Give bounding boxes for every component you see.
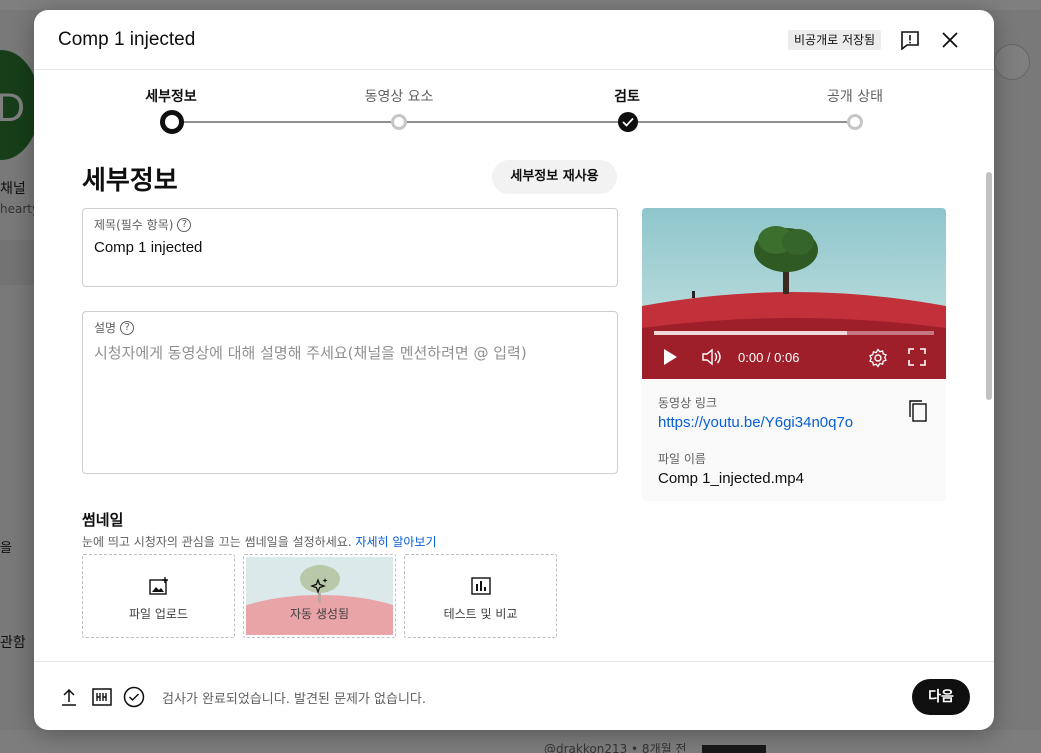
thumbnail-option-label: 파일 업로드 — [128, 607, 188, 621]
upload-details-dialog: Comp 1 injected 비공개로 저장됨 세부정보 동영상 요소 검토 … — [34, 10, 994, 730]
dialog-header: Comp 1 injected 비공개로 저장됨 — [34, 10, 994, 70]
sparkle-icon — [244, 577, 395, 597]
title-field[interactable]: 제목(필수 항목) ? Comp 1 injected — [82, 208, 618, 287]
feedback-icon[interactable] — [896, 26, 924, 54]
file-name-label: 파일 이름 — [658, 452, 706, 466]
volume-icon[interactable] — [702, 348, 722, 370]
dialog-footer: 검사가 완료되었습니다. 발견된 문제가 없습니다. 다음 — [34, 661, 994, 730]
fullscreen-icon[interactable] — [908, 348, 926, 370]
hd-icon[interactable] — [91, 686, 113, 708]
content-scrollbar[interactable] — [984, 160, 994, 660]
image-upload-icon — [83, 577, 234, 595]
next-button[interactable]: 다음 — [912, 679, 970, 715]
step-label: 검토 — [614, 89, 640, 105]
reuse-details-button[interactable]: 세부정보 재사용 — [492, 160, 617, 194]
stepper-track — [172, 121, 856, 123]
thumbnail-description: 눈에 띄고 시청자의 관심을 끄는 썸네일을 설정하세요. 자세히 알아보기 — [82, 533, 437, 550]
thumbnail-auto-option[interactable]: 자동 생성됨 — [243, 554, 396, 638]
settings-icon[interactable] — [868, 348, 888, 372]
description-label-text: 설명 — [94, 321, 117, 335]
step-label: 세부정보 — [145, 89, 197, 105]
dialog-title: Comp 1 injected — [58, 29, 196, 50]
details-content: 세부정보 세부정보 재사용 제목(필수 항목) ? Comp 1 injecte… — [34, 150, 994, 661]
title-field-label: 제목(필수 항목) ? — [94, 216, 192, 233]
title-label-text: 제목(필수 항목) — [94, 218, 174, 232]
thumbnail-upload-option[interactable]: 파일 업로드 — [82, 554, 235, 638]
step-done-dot — [618, 112, 638, 132]
thumbnail-description-text: 눈에 띄고 시청자의 관심을 끄는 썸네일을 설정하세요. — [82, 535, 352, 549]
check-circle-icon[interactable] — [123, 686, 145, 708]
video-player[interactable]: 0:00 / 0:06 — [642, 208, 946, 379]
checkmark-icon — [622, 117, 634, 127]
scrollbar-thumb[interactable] — [986, 172, 992, 400]
thumbnail-title: 썸네일 — [82, 511, 124, 529]
learn-more-link[interactable]: 자세히 알아보기 — [355, 535, 436, 549]
video-preview-panel: 0:00 / 0:06 동영상 링크 https://youtu.be/Y6gi… — [642, 208, 946, 501]
video-link[interactable]: https://youtu.be/Y6gi34n0q7o — [658, 414, 853, 431]
description-field-label: 설명 ? — [94, 319, 135, 336]
play-icon[interactable] — [662, 348, 678, 370]
step-current-dot — [160, 110, 184, 134]
help-icon[interactable]: ? — [120, 320, 135, 335]
step-label: 동영상 요소 — [364, 89, 434, 105]
saved-status-badge: 비공개로 저장됨 — [788, 30, 882, 50]
video-progress-bar[interactable] — [654, 331, 934, 335]
section-title: 세부정보 — [82, 166, 178, 196]
video-link-label: 동영상 링크 — [658, 396, 718, 410]
close-icon[interactable] — [936, 26, 964, 54]
description-input[interactable]: 시청자에게 동영상에 대해 설명해 주세요(채널을 멘션하려면 @ 입력) — [94, 342, 527, 363]
bar-chart-icon — [405, 577, 556, 595]
upload-icon[interactable] — [58, 686, 80, 708]
thumbnail-option-label: 테스트 및 비교 — [443, 607, 518, 621]
step-pending-dot — [391, 114, 407, 130]
title-input[interactable]: Comp 1 injected — [94, 239, 202, 256]
thumbnail-test-compare-option[interactable]: 테스트 및 비교 — [404, 554, 557, 638]
video-progress-fill — [654, 331, 848, 335]
checks-status-text: 검사가 완료되었습니다. 발견된 문제가 없습니다. — [162, 692, 426, 707]
video-time: 0:00 / 0:06 — [738, 350, 800, 365]
step-label: 공개 상태 — [827, 89, 883, 105]
help-icon[interactable]: ? — [177, 217, 192, 232]
copy-icon[interactable] — [908, 400, 928, 426]
thumbnail-option-label: 자동 생성됨 — [289, 607, 349, 621]
file-name: Comp 1_injected.mp4 — [658, 470, 804, 487]
description-field[interactable]: 설명 ? 시청자에게 동영상에 대해 설명해 주세요(채널을 멘션하려면 @ 입… — [82, 311, 618, 474]
upload-stepper: 세부정보 동영상 요소 검토 공개 상태 — [34, 70, 994, 150]
step-pending-dot — [847, 114, 863, 130]
